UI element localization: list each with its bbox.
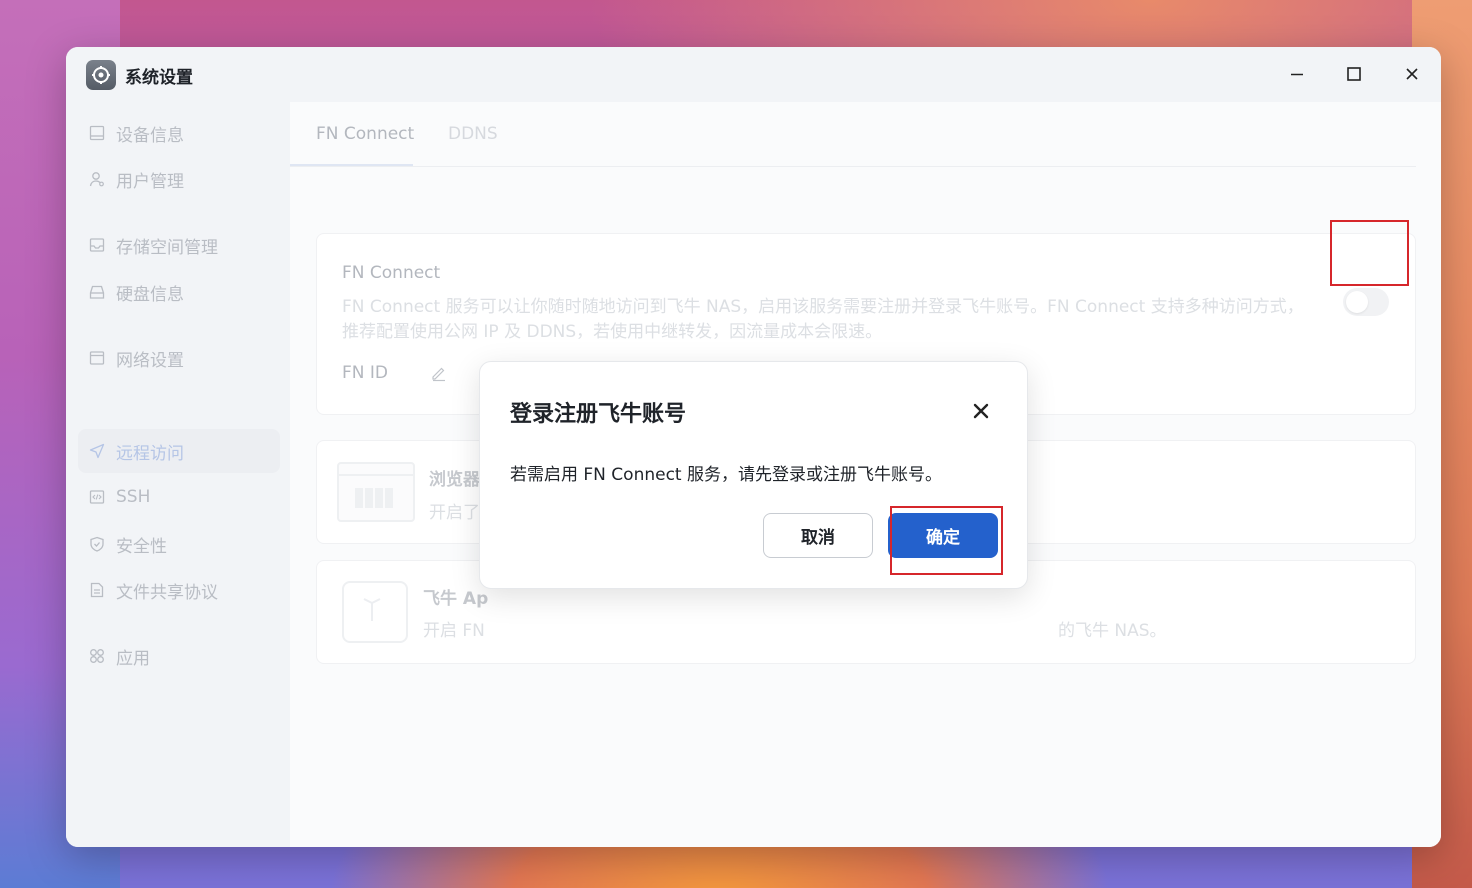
app-card-desc-right: 的飞牛 NAS。 [1058,621,1167,641]
card-title: FN Connect [342,263,441,283]
sidebar-item-apps[interactable]: 应用 [78,634,280,678]
sidebar-item-label: 用户管理 [116,171,184,192]
device-icon [88,125,105,142]
tab-bar: FN Connect DDNS [290,102,1416,167]
sidebar-item-label: 网络设置 [116,350,184,371]
confirm-highlight-box [890,506,1003,575]
phone-illustration-icon [342,581,408,643]
dialog-message: 若需启用 FN Connect 服务，请先登录或注册飞牛账号。 [510,465,942,485]
storage-icon [88,237,105,254]
sidebar-item-ssh[interactable]: SSH [78,475,280,519]
code-icon [88,489,105,506]
edit-icon[interactable] [430,364,448,382]
user-icon [88,171,105,188]
close-window-button[interactable] [1397,61,1427,87]
sidebar-item-label: 安全性 [116,536,167,557]
card-description-line-2: 推荐配置使用公网 IP 及 DDNS，若使用中继转发，因流量成本会限速。 [342,322,883,342]
settings-app-icon [86,60,116,90]
title-bar: 系统设置 [66,47,1441,102]
maximize-button[interactable] [1339,61,1369,87]
fn-id-label: FN ID [342,363,389,383]
app-card-desc-left: 开启 FN [423,621,485,641]
sidebar-item-label: 硬盘信息 [116,284,184,305]
sidebar-item-label: 远程访问 [116,443,184,464]
file-icon [88,582,105,599]
sidebar-item-device-info[interactable]: 设备信息 [78,111,280,155]
disk-icon [88,284,105,301]
browser-card-title: 浏览器 [429,470,480,490]
window-title: 系统设置 [125,68,193,88]
sidebar-item-remote-access[interactable]: 远程访问 [78,429,280,473]
browser-illustration-icon [337,462,415,522]
sidebar: 设备信息 用户管理 存储空间管理 硬盘信息 网络设置 远程访问 SSH 安全性 [66,102,290,847]
sidebar-item-security[interactable]: 安全性 [78,522,280,566]
browser-card-desc: 开启了 [429,503,480,523]
sidebar-item-storage[interactable]: 存储空间管理 [78,223,280,267]
sidebar-item-label: 设备信息 [116,125,184,146]
fn-connect-toggle[interactable] [1343,288,1389,316]
toggle-highlight-box [1330,220,1409,286]
dialog-close-icon[interactable] [970,400,992,422]
shield-icon [88,536,105,553]
tab-fn-connect[interactable]: FN Connect [316,124,414,144]
sidebar-item-label: 应用 [116,648,150,669]
active-tab-indicator [290,164,413,166]
sidebar-item-network[interactable]: 网络设置 [78,336,280,380]
sidebar-item-file-sharing[interactable]: 文件共享协议 [78,568,280,612]
sidebar-item-label: 文件共享协议 [116,582,218,603]
apps-icon [88,648,105,665]
send-icon [88,443,105,460]
dialog-title: 登录注册飞牛账号 [510,402,687,427]
card-description-line-1: FN Connect 服务可以让你随时随地访问到飞牛 NAS，启用该服务需要注册… [342,297,1304,317]
cancel-button[interactable]: 取消 [763,513,873,558]
sidebar-item-label: SSH [116,487,151,507]
app-card-title: 飞牛 Ap [423,589,489,609]
sidebar-item-user-management[interactable]: 用户管理 [78,157,280,201]
sidebar-item-disk-info[interactable]: 硬盘信息 [78,270,280,314]
network-icon [88,350,105,367]
sidebar-item-label: 存储空间管理 [116,237,218,258]
minimize-button[interactable] [1282,61,1312,87]
tab-ddns[interactable]: DDNS [448,124,498,144]
